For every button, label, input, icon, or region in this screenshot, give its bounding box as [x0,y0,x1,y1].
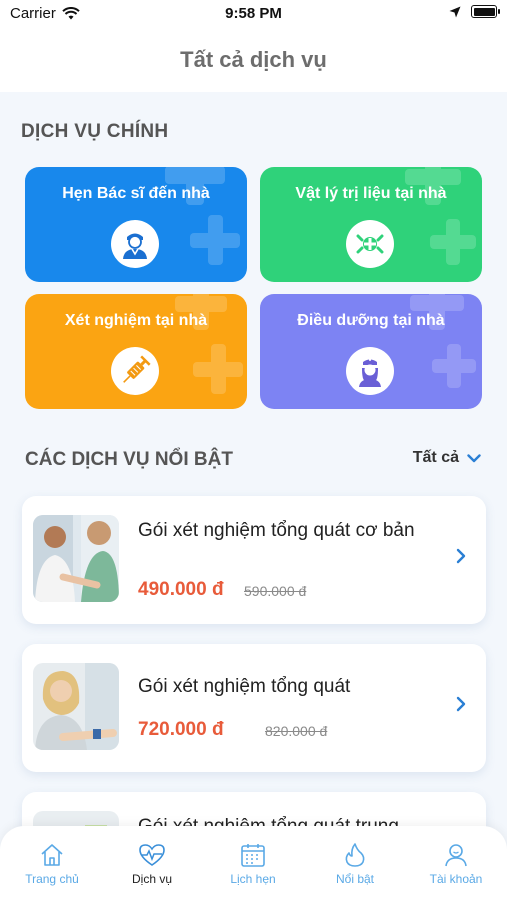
featured-title: CÁC DỊCH VỤ NỔI BẬT [25,449,233,470]
page-header: Tất cả dịch vụ [0,28,507,92]
package-name-basic: Gói xét nghiệm tổng quát cơ bản [138,520,415,541]
flame-icon [345,843,365,867]
featured-header: CÁC DỊCH VỤ NỔI BẬT Tất cả [25,446,481,474]
chevron-right-icon[interactable] [456,696,466,712]
filter-dropdown[interactable]: Tất cả [413,449,481,467]
package-name-general: Gói xét nghiệm tổng quát [138,676,351,697]
page-title: Tất cả dịch vụ [180,47,327,72]
heartbeat-icon [139,844,165,866]
tab-label-account: Tài khoản [429,872,483,886]
chevron-right-icon[interactable] [456,548,466,564]
nurse-icon [346,347,394,395]
package-old-price-general: 820.000 đ [265,723,328,739]
battery-icon [471,5,500,18]
location-arrow-icon [449,6,461,17]
tab-featured[interactable]: Nổi bật [305,842,405,886]
package-old-price-basic: 590.000 đ [244,583,307,599]
package-photo-general [33,663,119,750]
package-price-general: 720.000 đ [138,719,224,740]
main-services-title: DỊCH VỤ CHÍNH [21,121,169,142]
service-label-doctor: Hẹn Bác sĩ đến nhà [62,185,210,202]
status-right [449,5,500,18]
package-card-general[interactable]: Gói xét nghiệm tổng quát 720.000 đ 820.0… [22,644,486,772]
syringe-icon [111,347,159,395]
service-card-testing[interactable]: Xét nghiệm tại nhà [25,294,247,409]
chevron-down-icon [467,453,481,462]
status-bar: Carrier 9:58 PM [0,0,507,28]
tab-services[interactable]: Dịch vụ [102,842,202,886]
service-card-doctor[interactable]: Hẹn Bác sĩ đến nhà [25,167,247,282]
screen: Carrier 9:58 PM Tất cả dịch vụ DỊCH VỤ C… [0,0,507,900]
package-photo-basic [33,515,119,602]
tab-account[interactable]: Tài khoản [406,842,506,886]
service-card-physio[interactable]: Vật lý trị liệu tại nhà [260,167,482,282]
clock: 9:58 PM [225,5,282,22]
tab-appointments[interactable]: Lịch hẹn [203,842,303,886]
tab-label-services: Dịch vụ [131,872,172,886]
service-label-testing: Xét nghiệm tại nhà [64,312,208,329]
physio-icon [346,220,394,268]
package-card-basic[interactable]: Gói xét nghiệm tổng quát cơ bản 490.000 … [22,496,486,624]
filter-label: Tất cả [412,449,459,466]
doctor-icon [111,220,159,268]
tab-home[interactable]: Trang chủ [2,842,102,886]
calendar-icon [241,844,265,867]
package-price-basic: 490.000 đ [138,579,224,600]
tab-bar: Trang chủ Dịch vụ Lịch hẹn Nổi bật Tài k… [0,826,507,900]
tab-label-appointments: Lịch hẹn [230,872,276,886]
service-card-nursing[interactable]: Điều dưỡng tại nhà [260,294,482,409]
service-label-nursing: Điều dưỡng tại nhà [297,312,445,329]
tab-label-featured: Nổi bật [335,872,375,886]
home-icon [41,844,63,866]
tab-label-home: Trang chủ [25,872,79,886]
service-label-physio: Vật lý trị liệu tại nhà [295,185,447,202]
user-icon [445,844,467,867]
